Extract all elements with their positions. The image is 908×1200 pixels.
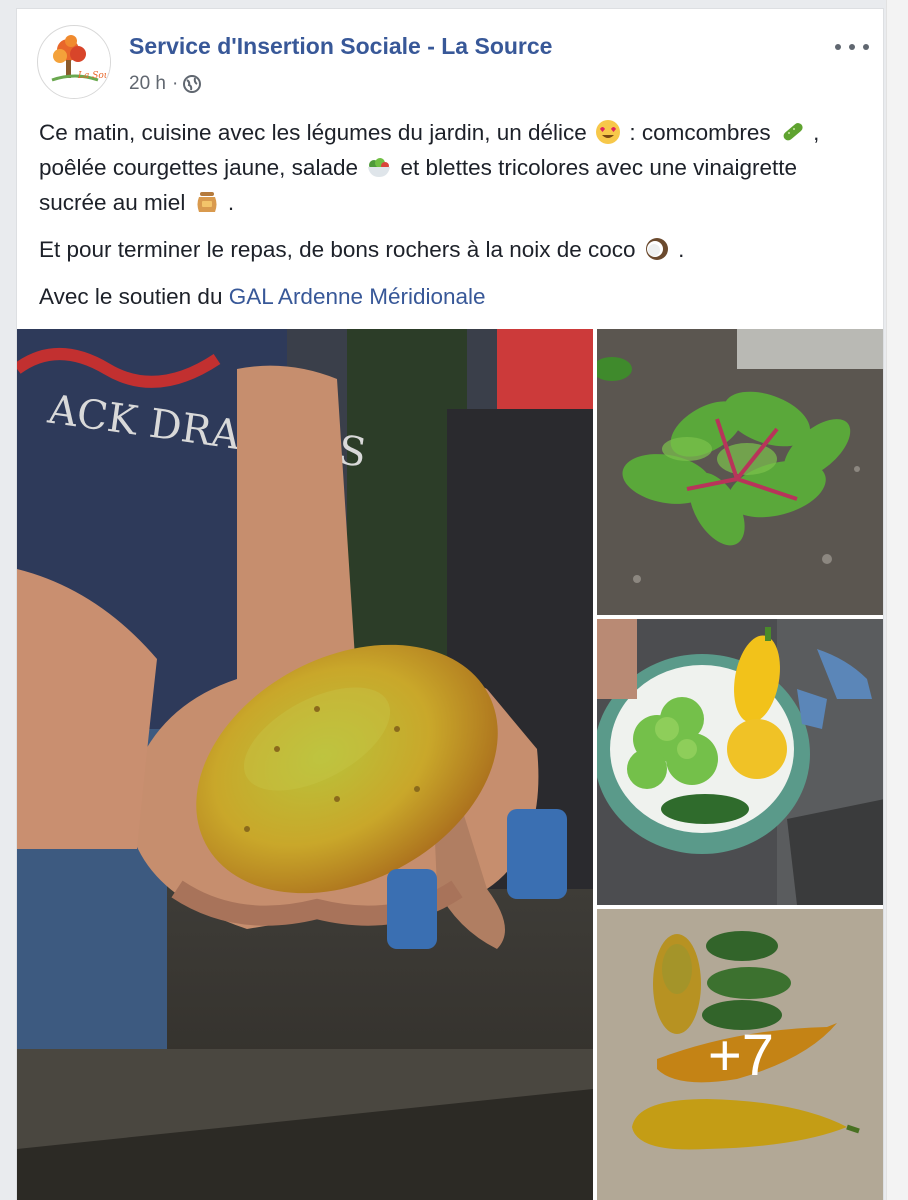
message-paragraph-1: Ce matin, cuisine avec les légumes du ja… [39, 119, 820, 215]
meta-separator: · [171, 73, 179, 94]
post-meta: 20 h · [129, 73, 202, 95]
globe-icon[interactable] [182, 74, 202, 94]
salad-emoji-icon [366, 154, 392, 180]
post-message: Ce matin, cuisine avec les légumes du ja… [39, 115, 839, 326]
avatar[interactable]: La Sour [37, 25, 111, 99]
post-card: La Sour Service d'Insertion Sociale - La… [16, 8, 884, 1200]
photo-grid: ACK DRAGONS +7 [17, 329, 883, 1200]
more-options-icon[interactable] [835, 37, 869, 57]
cucumber-emoji-icon [779, 119, 805, 145]
message-paragraph-2: Et pour terminer le repas, de bons roche… [39, 236, 685, 262]
honey-pot-emoji-icon [194, 189, 220, 215]
svg-text:La Sour: La Sour [77, 71, 111, 81]
post-header: La Sour Service d'Insertion Sociale - La… [37, 23, 883, 99]
scrollbar[interactable] [886, 0, 908, 1200]
heart-eyes-emoji-icon [595, 119, 621, 145]
photo-more-vegetables[interactable]: +7 [597, 909, 883, 1200]
gal-link[interactable]: GAL Ardenne Méridionale [229, 284, 486, 309]
page-name-link[interactable]: Service d'Insertion Sociale - La Source [129, 33, 552, 60]
more-photos-overlay[interactable]: +7 [597, 909, 883, 1200]
photo-vegetable-bowl[interactable] [597, 619, 883, 905]
photo-main-cucumber[interactable]: ACK DRAGONS [17, 329, 593, 1200]
coconut-emoji-icon [644, 236, 670, 262]
message-paragraph-3: Avec le soutien du GAL Ardenne Méridiona… [39, 284, 486, 309]
photo-chard-plant[interactable] [597, 329, 883, 615]
post-timestamp[interactable]: 20 h [129, 73, 166, 95]
